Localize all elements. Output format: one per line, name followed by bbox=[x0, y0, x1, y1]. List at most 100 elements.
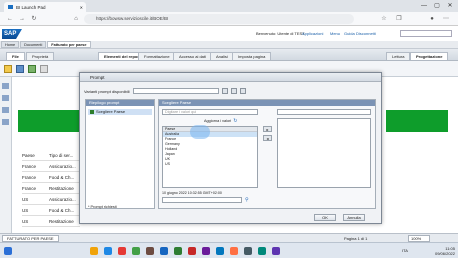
logout-link[interactable]: Disconnetti bbox=[356, 31, 376, 36]
powerpoint-icon[interactable] bbox=[188, 247, 196, 255]
search-values-input[interactable] bbox=[162, 197, 242, 203]
breadcrumb-current-document[interactable]: Fatturato per paese bbox=[47, 41, 91, 48]
minimize-window-button[interactable]: — bbox=[418, 1, 430, 10]
document-structure-icon[interactable] bbox=[2, 119, 9, 125]
browser-tab-bar: BI Launch Pad ✕ — ▢ ✕ bbox=[0, 0, 458, 12]
sap-header: SAP Benvenuto: Utente di TEST Applicazio… bbox=[0, 27, 458, 41]
table-header-row: Paese Tipo di ser... bbox=[22, 150, 80, 161]
tab-data-access[interactable]: Accesso ai dati bbox=[173, 52, 212, 60]
tab-design[interactable]: Progettazione bbox=[410, 52, 449, 60]
type-values-input[interactable]: Digitare i valori qui bbox=[162, 109, 258, 115]
table-cell: US bbox=[22, 208, 29, 213]
tab-formatting[interactable]: Formattazione bbox=[138, 52, 176, 60]
breadcrumb-documents[interactable]: Documenti bbox=[20, 41, 47, 48]
sap-favicon-icon bbox=[8, 5, 13, 9]
help-menu[interactable]: Guida bbox=[344, 31, 355, 36]
report-title-banner bbox=[18, 110, 84, 132]
start-icon[interactable] bbox=[4, 247, 12, 255]
forward-icon[interactable]: → bbox=[18, 15, 26, 23]
variants-select[interactable] bbox=[132, 88, 219, 94]
breadcrumb-home[interactable]: Home bbox=[1, 41, 20, 48]
available-objects-icon[interactable] bbox=[2, 107, 9, 113]
maximize-window-button[interactable]: ▢ bbox=[431, 1, 443, 10]
page-indicator: Pagina 1 di 1 bbox=[344, 236, 368, 241]
back-icon[interactable]: ← bbox=[6, 15, 14, 23]
table-row: France Restitazione bbox=[22, 183, 80, 194]
input-controls-icon[interactable] bbox=[2, 95, 9, 101]
cancel-button[interactable]: Annulla bbox=[343, 214, 365, 221]
table-cell: Restitazione bbox=[49, 186, 74, 191]
values-list: Paese Australia France Germany Holland J… bbox=[162, 126, 258, 188]
teams-icon[interactable] bbox=[202, 247, 210, 255]
dialog-title: Prompt bbox=[80, 73, 381, 82]
app-icon[interactable] bbox=[146, 247, 154, 255]
clock[interactable]: 11:05 09/06/2022 bbox=[435, 246, 455, 256]
report-status-bar: FATTURATO PER PAESE Pagina 1 di 1 100% bbox=[0, 233, 458, 242]
close-window-button[interactable]: ✕ bbox=[444, 1, 456, 10]
language-indicator[interactable]: ITA bbox=[402, 248, 408, 253]
tab-page-setup[interactable]: Imposta pagina bbox=[232, 52, 272, 60]
outlook-icon[interactable] bbox=[216, 247, 224, 255]
menu-menu[interactable]: Menu bbox=[330, 31, 340, 36]
list-item[interactable]: US bbox=[163, 162, 257, 167]
edit-variant-icon[interactable] bbox=[230, 88, 237, 94]
refresh-values-link[interactable]: Aggiorna i valori ↻ bbox=[204, 118, 237, 124]
table-cell: France bbox=[22, 175, 37, 180]
collections-icon[interactable]: ❐ bbox=[395, 15, 403, 23]
close-tab-icon[interactable]: ✕ bbox=[80, 5, 83, 10]
tab-analysis[interactable]: Analisi bbox=[210, 52, 234, 60]
reload-icon[interactable]: ↻ bbox=[30, 15, 38, 23]
app-icon[interactable] bbox=[132, 247, 140, 255]
add-value-button[interactable]: ▸ bbox=[263, 126, 272, 132]
tab-properties[interactable]: Proprietà bbox=[26, 52, 55, 60]
browser-tab-title: BI Launch Pad bbox=[16, 4, 46, 10]
new-document-icon[interactable] bbox=[4, 65, 12, 73]
tab-reading[interactable]: Lettura bbox=[386, 52, 411, 60]
variants-label: Varianti prompt disponibili bbox=[84, 88, 130, 94]
app-icon[interactable] bbox=[230, 247, 238, 255]
header-search-input[interactable] bbox=[400, 30, 452, 37]
navigation-map-icon[interactable] bbox=[2, 83, 9, 89]
save-icon[interactable] bbox=[16, 65, 24, 73]
word-icon[interactable] bbox=[160, 247, 168, 255]
app-icon[interactable] bbox=[118, 247, 126, 255]
mandatory-note: * Prompt richiesti bbox=[88, 205, 117, 209]
home-icon[interactable]: ⌂ bbox=[72, 15, 80, 23]
export-icon[interactable] bbox=[28, 65, 36, 73]
table-row: France Food & Ch... bbox=[22, 172, 80, 183]
zoom-select[interactable]: 100% bbox=[408, 235, 430, 242]
table-header-cell: Tipo di ser... bbox=[49, 153, 74, 158]
app-icon[interactable] bbox=[272, 247, 280, 255]
prompt-item[interactable]: Scegliere Paese bbox=[88, 109, 152, 115]
variants-row: Varianti prompt disponibili bbox=[84, 87, 246, 95]
remove-value-button[interactable]: ◂ bbox=[263, 135, 272, 141]
last-update-text: 10 giugno 2022 10:32:55 GMT+02:00 bbox=[162, 191, 222, 195]
welcome-text: Benvenuto: Utente di TEST bbox=[256, 31, 305, 36]
tab-file[interactable]: File bbox=[6, 52, 25, 60]
url-field[interactable]: https://bowsw.servizioscile.it/BOE/BI bbox=[84, 14, 354, 24]
selected-values-list[interactable] bbox=[277, 118, 371, 188]
app-tabs-bar: File Proprietà Elementi del report Forma… bbox=[0, 49, 458, 61]
delete-variant-icon[interactable] bbox=[239, 88, 246, 94]
print-icon[interactable] bbox=[40, 65, 48, 73]
save-variant-icon[interactable] bbox=[221, 88, 228, 94]
edge-browser-icon[interactable] bbox=[104, 247, 112, 255]
search-icon[interactable]: ⚲ bbox=[245, 197, 249, 203]
favorites-icon[interactable]: ☆ bbox=[380, 15, 388, 23]
profile-icon[interactable]: ● bbox=[428, 15, 436, 23]
applications-menu[interactable]: Applicazioni bbox=[302, 31, 323, 36]
prompt-summary-panel: Riepilogo prompt Scegliere Paese bbox=[85, 99, 155, 209]
report-tab[interactable]: FATTURATO PER PAESE bbox=[2, 235, 59, 242]
ok-button[interactable]: OK bbox=[314, 214, 336, 221]
value-panel-header: Scegliere Paese bbox=[159, 100, 375, 106]
report-table: Paese Tipo di ser... France Assicurazio.… bbox=[22, 150, 80, 227]
table-cell: Assicurazio... bbox=[49, 197, 76, 202]
app-icon[interactable] bbox=[258, 247, 266, 255]
table-cell: Food & Ch... bbox=[49, 175, 75, 180]
browser-tab[interactable]: BI Launch Pad ✕ bbox=[4, 2, 86, 12]
file-explorer-icon[interactable] bbox=[90, 247, 98, 255]
excel-icon[interactable] bbox=[174, 247, 182, 255]
app-icon[interactable] bbox=[244, 247, 252, 255]
more-menu-icon[interactable]: ⋯ bbox=[442, 15, 450, 23]
selected-values-field[interactable] bbox=[277, 109, 371, 115]
